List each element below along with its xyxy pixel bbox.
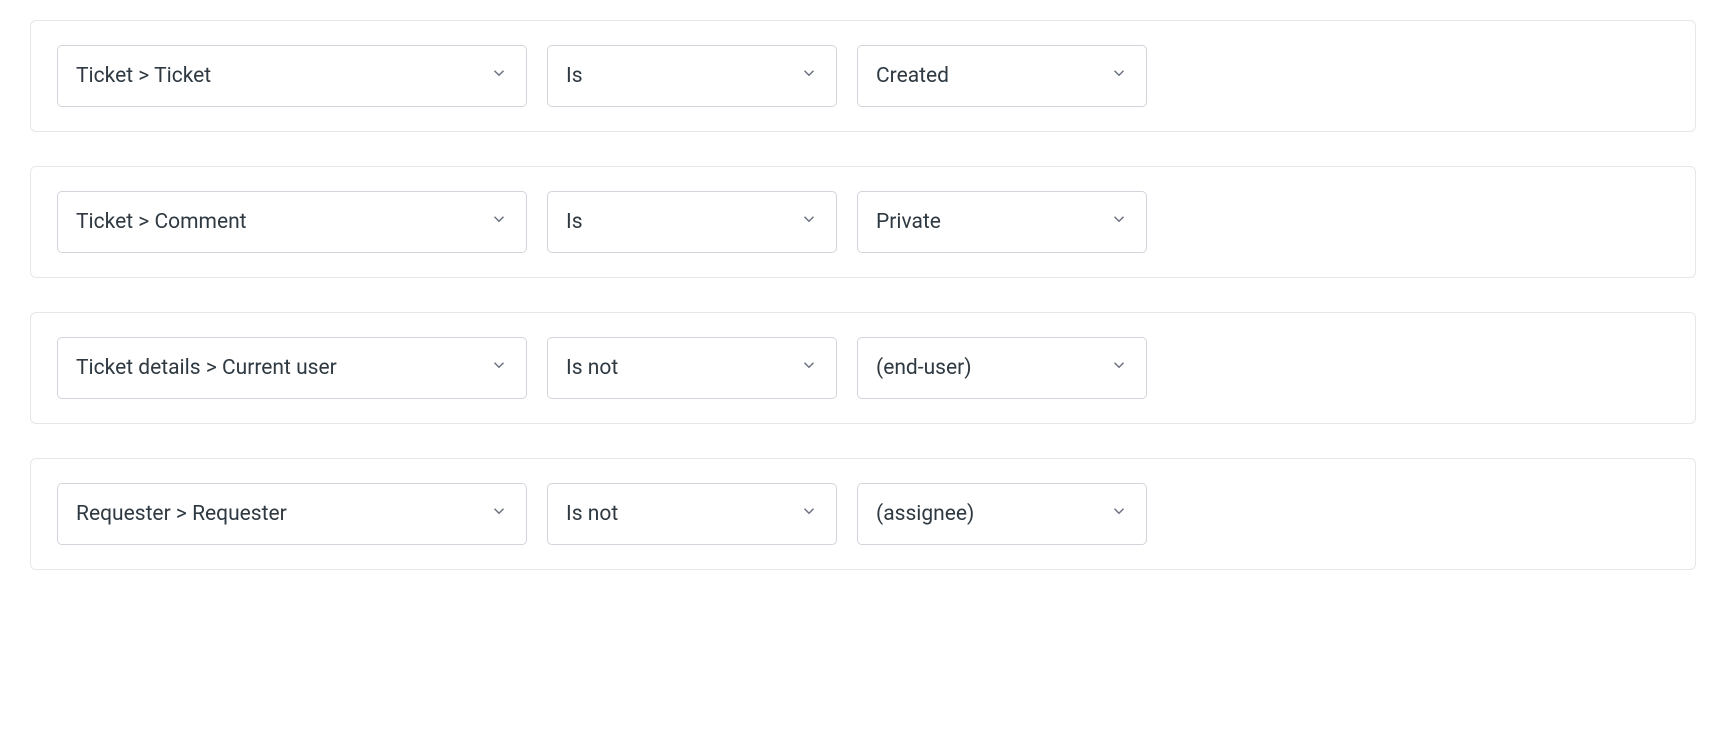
field-select-label: Ticket > Ticket	[76, 64, 211, 88]
chevron-down-icon	[1110, 356, 1128, 380]
chevron-down-icon	[800, 502, 818, 526]
value-select[interactable]: (assignee)	[857, 483, 1147, 545]
field-select[interactable]: Ticket details > Current user	[57, 337, 527, 399]
value-select-label: (end-user)	[876, 356, 972, 380]
operator-select-label: Is	[566, 210, 583, 234]
condition-row: Requester > Requester Is not (assignee)	[30, 458, 1696, 570]
condition-row: Ticket details > Current user Is not (en…	[30, 312, 1696, 424]
operator-select[interactable]: Is not	[547, 483, 837, 545]
chevron-down-icon	[800, 210, 818, 234]
value-select[interactable]: Private	[857, 191, 1147, 253]
chevron-down-icon	[1110, 210, 1128, 234]
field-select[interactable]: Requester > Requester	[57, 483, 527, 545]
field-select[interactable]: Ticket > Comment	[57, 191, 527, 253]
value-select[interactable]: Created	[857, 45, 1147, 107]
condition-list: Ticket > Ticket Is Created Ticket > Comm…	[30, 20, 1696, 570]
operator-select-label: Is not	[566, 502, 618, 526]
field-select-label: Ticket details > Current user	[76, 356, 337, 380]
value-select-label: (assignee)	[876, 502, 974, 526]
operator-select[interactable]: Is	[547, 45, 837, 107]
condition-row: Ticket > Ticket Is Created	[30, 20, 1696, 132]
operator-select-label: Is	[566, 64, 583, 88]
chevron-down-icon	[800, 64, 818, 88]
chevron-down-icon	[490, 64, 508, 88]
field-select[interactable]: Ticket > Ticket	[57, 45, 527, 107]
operator-select[interactable]: Is	[547, 191, 837, 253]
chevron-down-icon	[1110, 502, 1128, 526]
chevron-down-icon	[800, 356, 818, 380]
value-select-label: Private	[876, 210, 941, 234]
field-select-label: Requester > Requester	[76, 502, 287, 526]
condition-row: Ticket > Comment Is Private	[30, 166, 1696, 278]
field-select-label: Ticket > Comment	[76, 210, 247, 234]
chevron-down-icon	[490, 210, 508, 234]
chevron-down-icon	[1110, 64, 1128, 88]
value-select[interactable]: (end-user)	[857, 337, 1147, 399]
operator-select[interactable]: Is not	[547, 337, 837, 399]
operator-select-label: Is not	[566, 356, 618, 380]
value-select-label: Created	[876, 64, 949, 88]
chevron-down-icon	[490, 356, 508, 380]
chevron-down-icon	[490, 502, 508, 526]
